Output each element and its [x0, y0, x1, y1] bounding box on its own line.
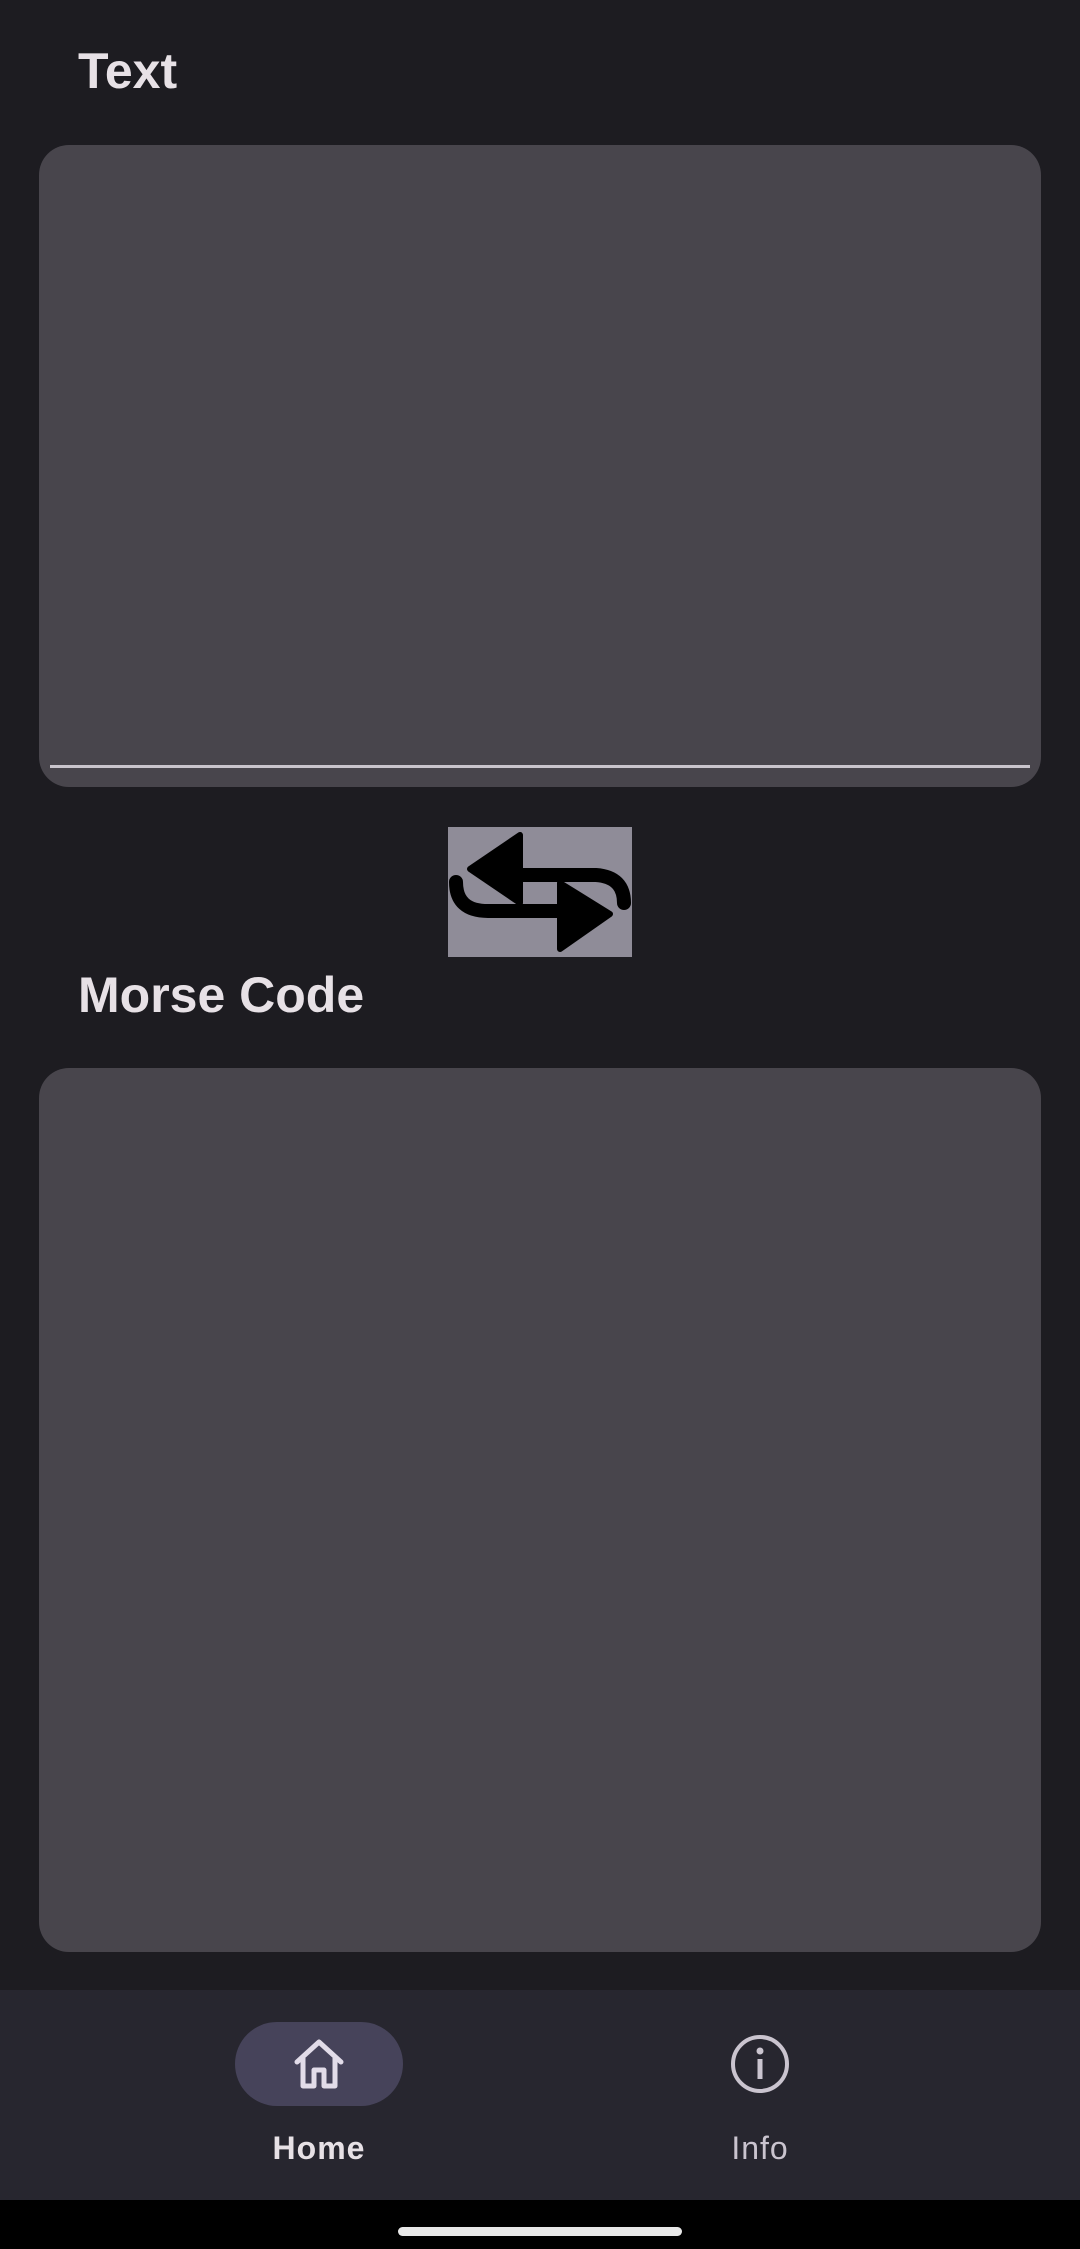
- nav-item-info[interactable]: Info: [480, 1990, 1040, 2200]
- text-input-field[interactable]: [39, 145, 1041, 787]
- nav-label-info: Info: [731, 2130, 789, 2166]
- info-icon: [731, 2035, 789, 2093]
- morse-code-label: Morse Code: [78, 967, 365, 1023]
- home-icon: [294, 2039, 344, 2089]
- gesture-home-indicator[interactable]: [398, 2227, 682, 2236]
- swap-arrows-icon: [449, 832, 631, 952]
- main-screen: Text Morse Code Home Info: [0, 0, 1080, 2249]
- nav-item-home[interactable]: Home: [0, 1990, 540, 2200]
- text-input[interactable]: [69, 175, 1011, 747]
- system-navigation-bar: [0, 2200, 1080, 2249]
- nav-info-icon-container: [676, 2022, 844, 2106]
- nav-label-home: Home: [272, 2130, 366, 2166]
- morse-code-output[interactable]: [69, 1098, 1011, 1912]
- morse-code-field[interactable]: [39, 1068, 1041, 1952]
- text-label: Text: [78, 43, 178, 99]
- swap-button[interactable]: [448, 827, 632, 957]
- text-field-underline: [50, 765, 1030, 768]
- bottom-navigation: Home Info: [0, 1990, 1080, 2200]
- nav-active-indicator: [235, 2022, 403, 2106]
